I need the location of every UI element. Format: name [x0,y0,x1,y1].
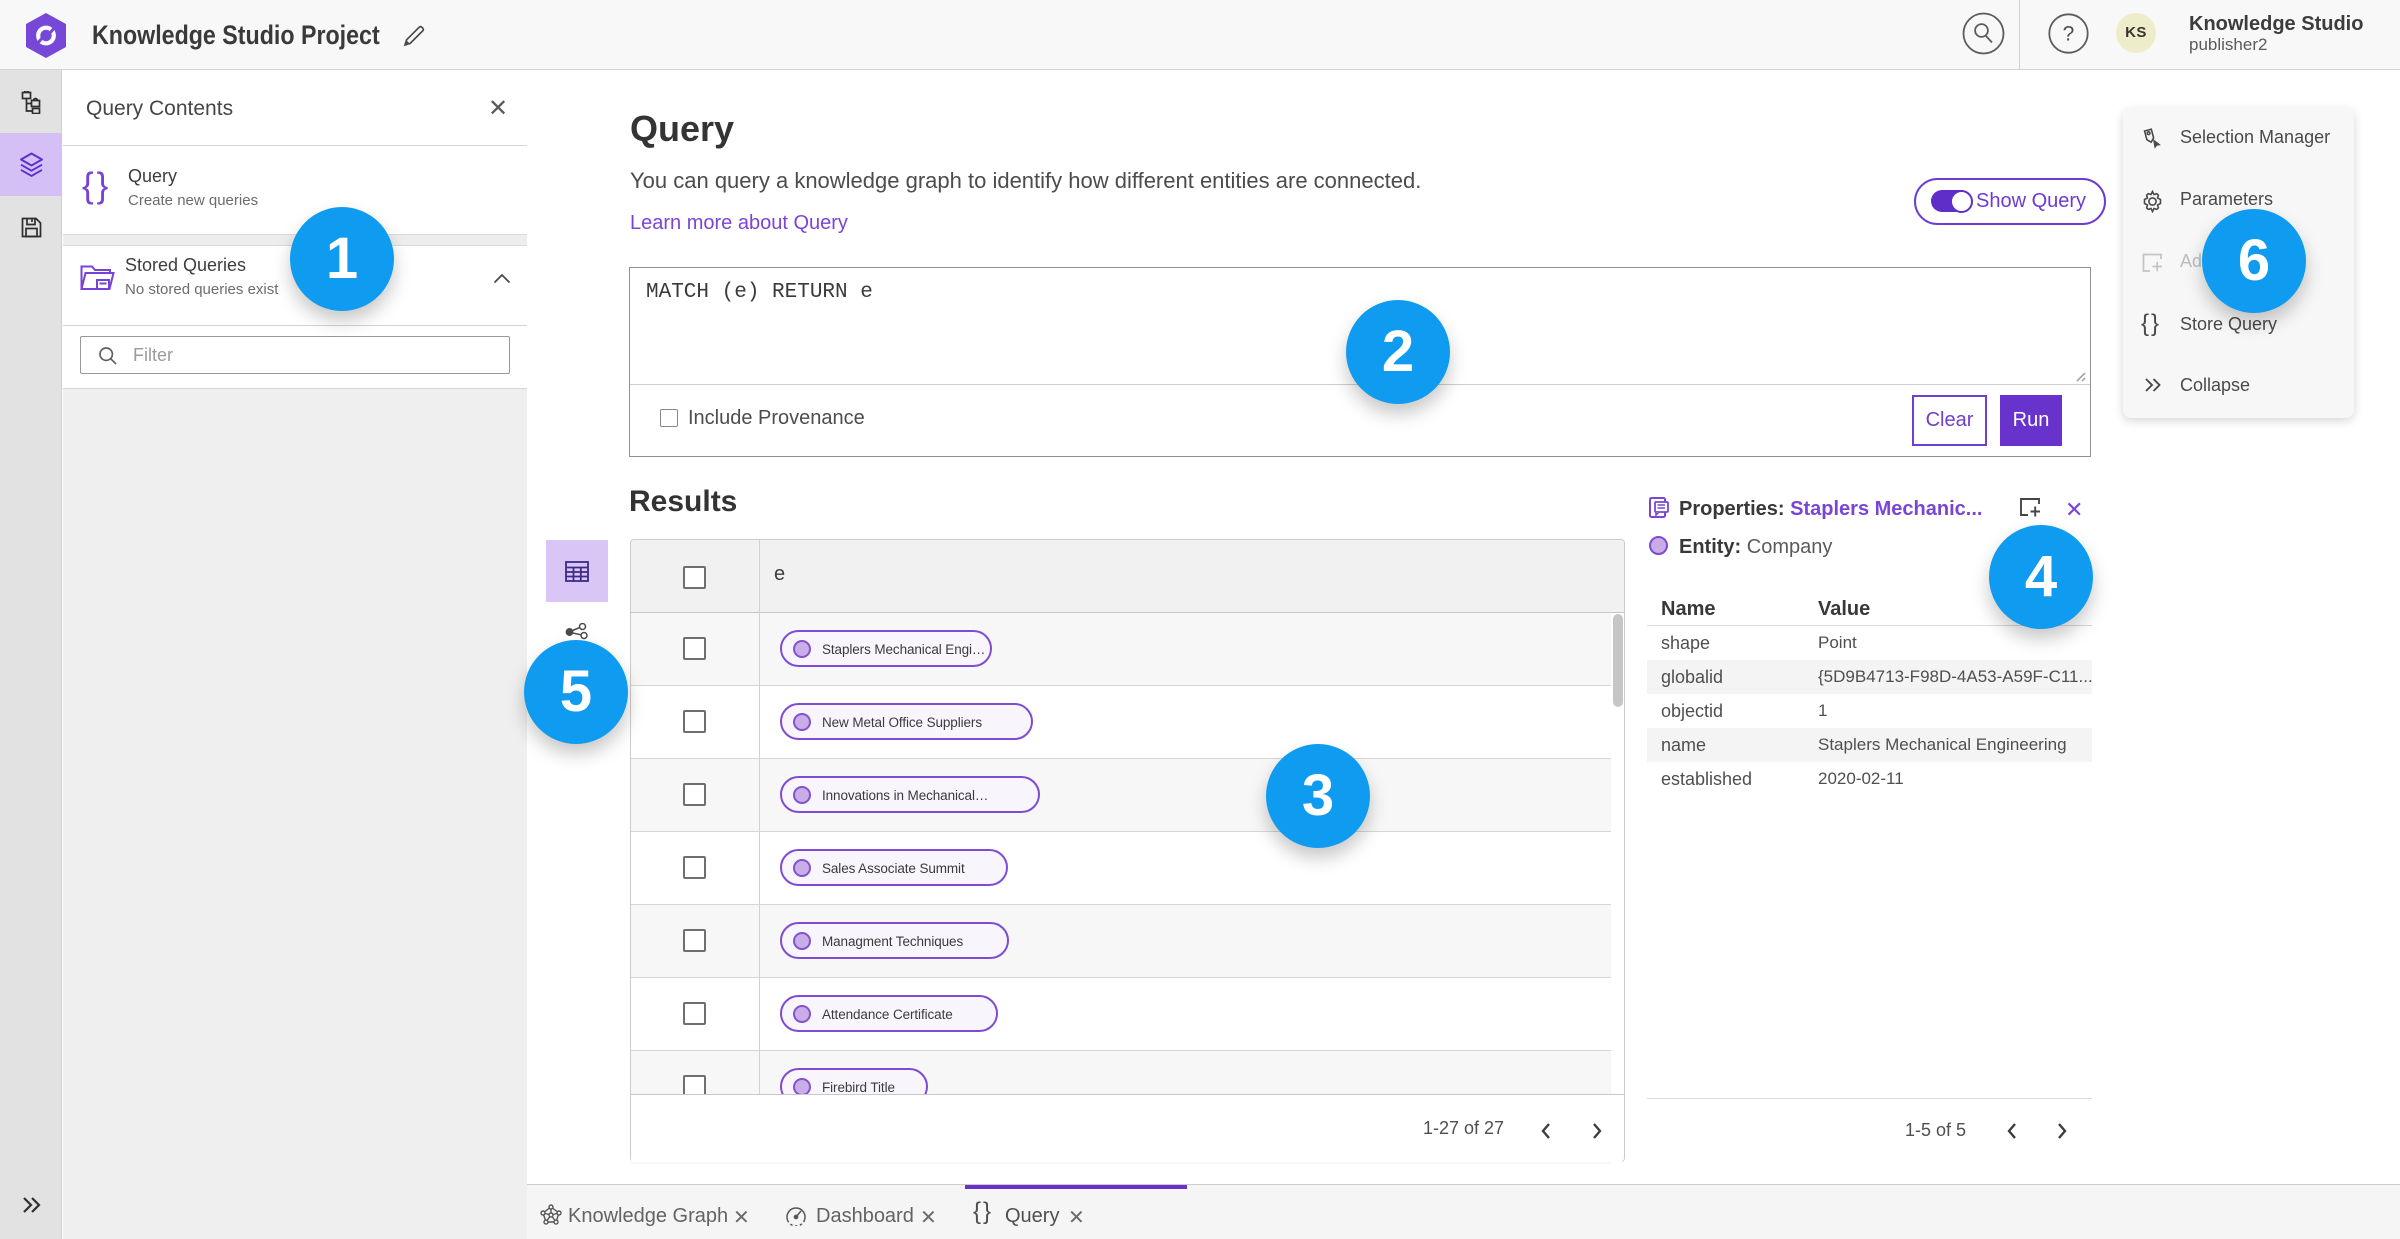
svg-text:?: ? [2063,23,2075,46]
